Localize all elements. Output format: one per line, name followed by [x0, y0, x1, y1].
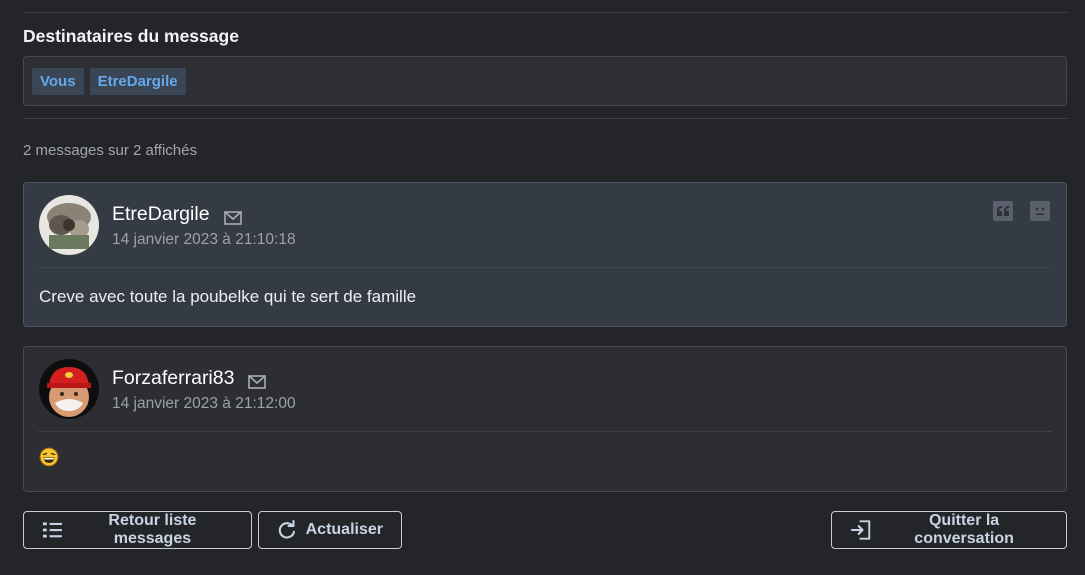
leave-conversation-button[interactable]: Quitter la conversation — [831, 511, 1067, 549]
message-divider — [39, 431, 1051, 432]
leave-button-label: Quitter la conversation — [914, 512, 1014, 547]
exit-icon — [850, 520, 871, 540]
message-divider — [39, 267, 1051, 268]
back-to-messages-button[interactable]: Retour liste messages — [23, 511, 252, 549]
author-name-text[interactable]: EtreDargile — [112, 203, 210, 226]
author-name[interactable]: EtreDargile — [112, 203, 242, 226]
avatar[interactable] — [39, 359, 99, 419]
mail-icon[interactable] — [248, 372, 267, 389]
recipient-tag-you[interactable]: Vous — [32, 68, 84, 95]
list-icon — [42, 522, 62, 538]
report-icon[interactable] — [1030, 201, 1050, 221]
message-card: EtreDargile 14 janvier 2023 à 21:10:18 C… — [23, 182, 1067, 327]
message-date: 14 janvier 2023 à 21:10:18 — [112, 231, 296, 248]
quote-icon[interactable] — [993, 201, 1013, 221]
message-count: 2 messages sur 2 affichés — [23, 142, 197, 159]
author-name[interactable]: Forzaferrari83 — [112, 367, 267, 390]
recipients-title: Destinataires du message — [23, 26, 239, 46]
refresh-button[interactable]: Actualiser — [258, 511, 402, 549]
avatar[interactable] — [39, 195, 99, 255]
section-divider — [23, 118, 1067, 119]
laughing-emoji-icon — [39, 447, 59, 467]
recipient-tag-etredargile[interactable]: EtreDargile — [89, 68, 186, 95]
top-divider — [23, 12, 1067, 13]
recipients-list: Vous EtreDargile — [23, 56, 1067, 106]
author-name-text[interactable]: Forzaferrari83 — [112, 367, 234, 390]
refresh-button-label: Actualiser — [305, 521, 383, 538]
message-date: 14 janvier 2023 à 21:12:00 — [112, 395, 296, 412]
message-card: Forzaferrari83 14 janvier 2023 à 21:12:0… — [23, 346, 1067, 492]
mail-icon[interactable] — [223, 208, 242, 225]
refresh-icon — [278, 520, 296, 539]
back-button-label: Retour liste messages — [108, 512, 197, 547]
conversation-page: Destinataires du message Vous EtreDargil… — [0, 0, 1085, 575]
message-body: Creve avec toute la poubelke qui te sert… — [39, 287, 417, 306]
